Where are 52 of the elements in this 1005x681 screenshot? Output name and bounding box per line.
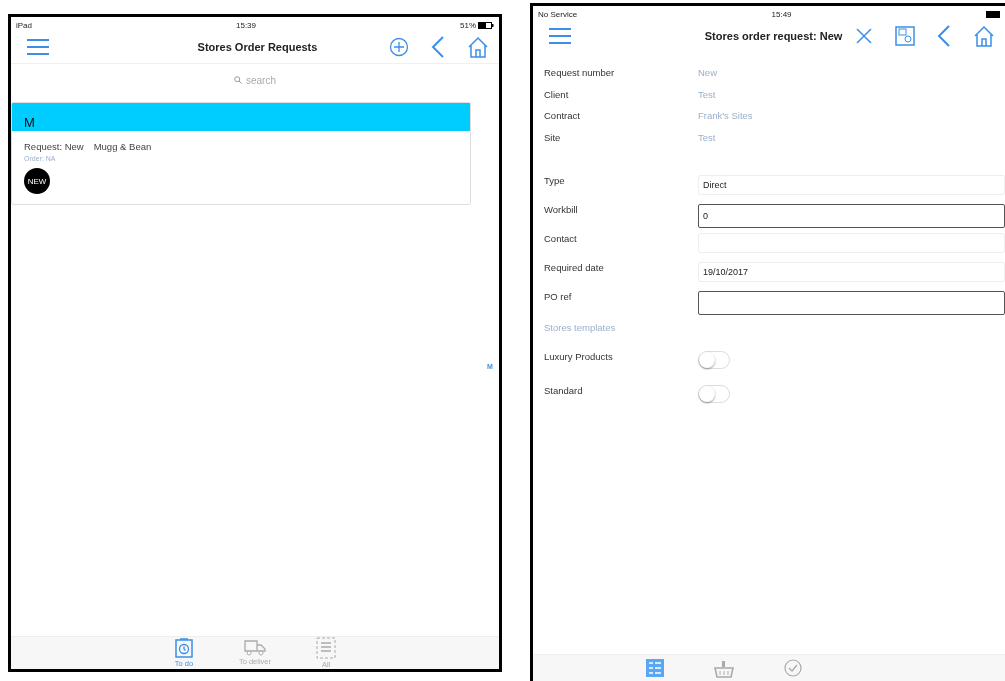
toggle-label: Luxury Products: [544, 351, 614, 362]
clipboard-clock-icon[interactable]: [174, 638, 193, 658]
search-icon: [234, 76, 242, 84]
save-icon[interactable]: [895, 26, 915, 46]
field-label: Client: [544, 88, 570, 100]
close-icon[interactable]: [855, 27, 873, 45]
field-label: Required date: [544, 262, 605, 273]
form-icon[interactable]: [646, 659, 664, 677]
screen-title: Stores order request: New: [703, 30, 843, 42]
input-field[interactable]: 19/10/2017: [698, 262, 1005, 282]
menu-icon[interactable]: [26, 38, 50, 56]
toggle-label: Standard: [544, 385, 584, 396]
input-field[interactable]: Direct: [698, 175, 1005, 195]
list-icon[interactable]: [316, 637, 337, 659]
field-label: Contract: [544, 110, 581, 122]
back-icon[interactable]: [937, 24, 951, 48]
home-icon[interactable]: [973, 25, 995, 47]
toggle-switch[interactable]: [698, 385, 730, 403]
back-icon[interactable]: [431, 35, 445, 59]
field-value: New: [698, 67, 718, 79]
home-icon[interactable]: [467, 36, 489, 58]
battery-percent: 51%: [460, 20, 476, 30]
status-time: 15:49: [771, 9, 792, 19]
section-header: M: [12, 103, 470, 131]
field-label: Type: [544, 175, 566, 186]
input-field[interactable]: 0: [698, 204, 1005, 228]
field-label: Site: [544, 131, 562, 143]
new-badge: NEW: [24, 168, 50, 194]
status-time: 15:39: [236, 20, 256, 30]
section-heading: Stores templates: [544, 322, 617, 333]
carrier-label: No Service: [538, 9, 578, 19]
screen-title: Stores Order Requests: [196, 41, 319, 53]
menu-icon[interactable]: [548, 27, 572, 45]
field-label: Workbill: [544, 204, 579, 215]
toggle-switch[interactable]: [698, 351, 730, 369]
add-icon[interactable]: [389, 37, 409, 57]
field-value: Test: [698, 88, 717, 100]
battery-icon: [478, 21, 494, 29]
request-label: Request: New: [24, 141, 84, 152]
field-label: Request number: [544, 67, 616, 79]
search-field[interactable]: search: [234, 74, 276, 86]
client-name: Mugg & Bean: [93, 141, 152, 152]
carrier-label: iPad: [16, 20, 32, 30]
input-field[interactable]: [698, 291, 1005, 315]
check-icon[interactable]: [784, 659, 802, 677]
basket-icon[interactable]: [714, 659, 734, 679]
field-label: PO ref: [544, 291, 573, 302]
truck-icon[interactable]: [244, 640, 266, 656]
field-value: Test: [698, 131, 717, 143]
battery-icon: [986, 10, 1000, 18]
field-label: Contact: [544, 233, 578, 244]
field-value: Frank's Sites: [698, 110, 754, 122]
